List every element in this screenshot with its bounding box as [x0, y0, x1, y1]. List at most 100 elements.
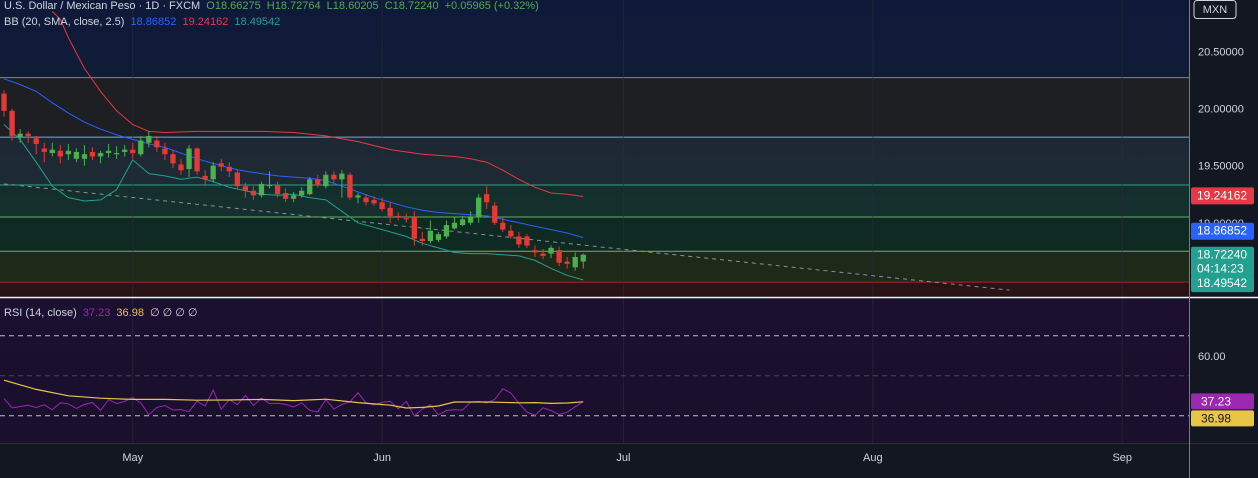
candle[interactable]: [194, 147, 200, 175]
chart-canvas[interactable]: 20.5000020.0000019.5000019.0000060.00MXN…: [0, 0, 1258, 478]
candle-body: [443, 225, 450, 237]
candle-body: [49, 149, 55, 154]
candle-body: [363, 197, 369, 203]
candle-body: [210, 165, 216, 180]
candle-body: [379, 202, 385, 210]
candle-body: [548, 247, 554, 254]
candle-body: [580, 254, 586, 262]
candle-body: [218, 163, 224, 167]
candle-body: [202, 175, 208, 180]
candle-body: [500, 222, 506, 230]
candle-body: [242, 186, 249, 191]
candle-body: [532, 250, 538, 253]
candle-body: [113, 153, 120, 155]
candle-body: [162, 148, 168, 155]
candle-body: [371, 199, 377, 204]
symbol-title: U.S. Dollar / Mexican Peso · 1D · FXCM: [4, 0, 201, 12]
candle-body: [250, 190, 257, 196]
candle-body: [411, 217, 417, 239]
currency-button[interactable]: MXN: [1193, 0, 1237, 19]
candle-body: [9, 110, 15, 136]
candle-body: [451, 222, 458, 229]
candle-body: [57, 150, 63, 157]
candle[interactable]: [9, 108, 15, 141]
candle-body: [307, 179, 313, 195]
candle-body: [33, 138, 39, 144]
candle-body: [315, 179, 321, 186]
candle-body: [122, 149, 128, 152]
candle-body: [73, 151, 80, 159]
candle-body: [467, 217, 474, 223]
candle-body: [403, 218, 409, 220]
candle-body: [355, 195, 361, 198]
time-tick-label: May: [122, 452, 143, 464]
candle-body: [516, 236, 522, 245]
time-tick-label: Aug: [863, 452, 883, 464]
candle-body: [540, 253, 546, 256]
candle-body: [347, 174, 353, 198]
candle-body: [105, 150, 112, 154]
price-tick-label: 19.50000: [1198, 161, 1244, 173]
candle-body: [146, 135, 152, 143]
rsi-tick-label: 60.00: [1198, 351, 1226, 363]
candle-body: [138, 140, 144, 155]
candle-body: [572, 257, 578, 268]
rsi-value: 37.23: [82, 307, 111, 319]
price-change: +0.05965 (+0.32%): [444, 0, 539, 12]
candle[interactable]: [492, 202, 498, 226]
ohlc-open: O18.66275: [206, 0, 261, 12]
candle[interactable]: [347, 172, 353, 200]
price-tick-label: 20.50000: [1198, 46, 1244, 58]
candle-body: [194, 148, 200, 172]
rsi-label: RSI (14, close): [4, 307, 77, 319]
candle[interactable]: [307, 177, 313, 196]
candle[interactable]: [234, 170, 240, 189]
candle-body: [1, 93, 7, 111]
time-tick-label: Sep: [1112, 452, 1132, 464]
bb-lower-value: 18.49542: [234, 16, 281, 28]
level-zone: [0, 282, 1189, 297]
candle-body: [25, 133, 31, 136]
bb-legend: BB (20, SMA, close, 2.5) 18.86852 19.241…: [4, 16, 283, 28]
candle-body: [331, 174, 337, 180]
candle-body: [186, 148, 192, 170]
candle-body: [178, 164, 184, 171]
symbol-legend: U.S. Dollar / Mexican Peso · 1D · FXCM O…: [4, 0, 542, 12]
candle-body: [81, 154, 88, 159]
bb-basis-badge-text: 18.86852: [1197, 224, 1247, 238]
rsi-ma-value: 36.98: [116, 307, 144, 319]
rsi-ma-badge-text: 36.98: [1201, 411, 1231, 425]
candle-body: [564, 261, 570, 264]
candle-body: [258, 183, 265, 196]
candle-body: [41, 148, 47, 152]
bb-upper-value: 19.24162: [182, 16, 229, 28]
candle[interactable]: [258, 181, 265, 198]
candle-body: [17, 133, 23, 138]
candle-body: [339, 173, 345, 180]
candle-body: [508, 230, 514, 237]
candle-body: [427, 230, 434, 242]
bb-lower-badge-text: 18.49542: [1197, 276, 1247, 290]
ohlc-low: L18.60205: [326, 0, 379, 12]
candle-body: [299, 190, 305, 196]
close-price-badge-text: 18.72240: [1197, 248, 1247, 262]
candle-body: [395, 215, 401, 218]
time-tick-label: Jun: [373, 452, 391, 464]
candle-body: [556, 250, 562, 263]
candle-body: [89, 151, 96, 157]
candle-body: [524, 236, 530, 246]
candle-body: [492, 205, 498, 223]
level-zone: [0, 251, 1189, 283]
bb-label: BB (20, SMA, close, 2.5): [4, 16, 125, 28]
candle-body: [170, 154, 176, 164]
candle-body: [282, 193, 289, 199]
time-tick-label: Jul: [616, 452, 630, 464]
bb-upper-badge-text: 19.24162: [1197, 188, 1247, 202]
candle-body: [234, 172, 240, 187]
countdown-text: 04:14:23: [1197, 262, 1244, 276]
candle-body: [97, 153, 104, 157]
rsi-value-badge-text: 37.23: [1201, 394, 1231, 408]
candle-body: [154, 140, 160, 148]
candle-body: [323, 174, 329, 187]
candle-body: [419, 238, 425, 242]
